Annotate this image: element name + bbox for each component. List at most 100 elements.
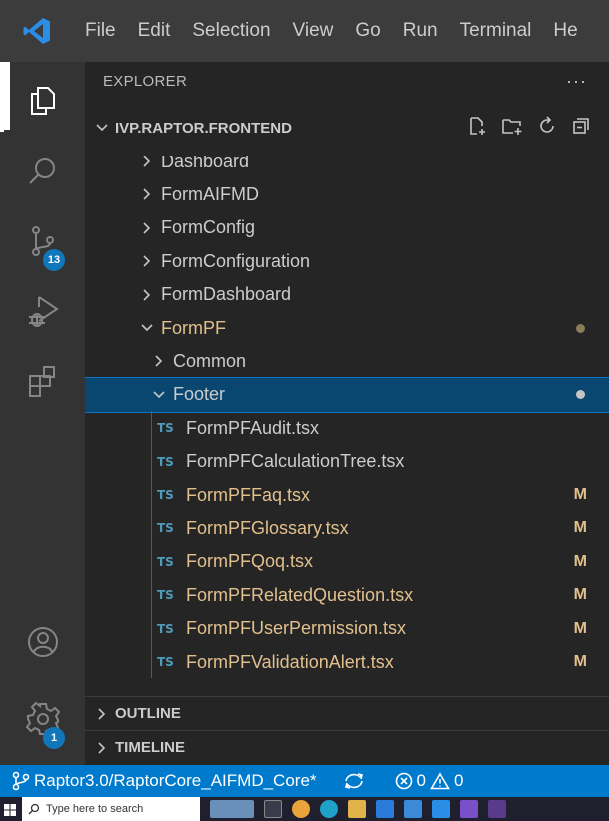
outline-section-header[interactable]: OUTLINE [85, 696, 609, 730]
tree-item-label: FormPFAudit.tsx [186, 417, 320, 438]
tree-item-label: FormDashboard [161, 284, 292, 305]
menu-terminal[interactable]: Terminal [449, 0, 543, 62]
tree-item-label: FormPFGlossary.tsx [186, 517, 349, 538]
timeline-section-header[interactable]: TIMELINE [85, 730, 609, 764]
file-explorer-icon[interactable] [348, 800, 366, 818]
mail-icon[interactable] [404, 800, 422, 818]
folder-item-formaifmd[interactable]: FormAIFMD [85, 177, 609, 211]
accounts-icon[interactable] [0, 607, 85, 677]
typescript-file-icon: TS [157, 454, 174, 469]
chevron-down-icon [137, 321, 157, 335]
menu-bar: File Edit Selection View Go Run Terminal He [74, 0, 589, 62]
run-debug-icon[interactable] [0, 276, 85, 346]
tree-item-label: FormConfiguration [161, 250, 311, 271]
explorer-icon[interactable] [0, 66, 85, 136]
folder-item-formconfiguration[interactable]: FormConfiguration [85, 244, 609, 278]
file-item-formpfvalidationalert-tsx[interactable]: TS FormPFValidationAlert.tsx M [85, 645, 609, 679]
project-section-header[interactable]: IVP.RAPTOR.FRONTEND [85, 111, 609, 145]
source-control-badge: 13 [43, 249, 65, 271]
branch-icon [12, 771, 30, 791]
branch-status[interactable]: Raptor3.0/RaptorCore_AIFMD_Core* [12, 771, 317, 791]
window-edge [0, 62, 10, 130]
visual-studio-icon[interactable] [460, 800, 478, 818]
typescript-file-icon: TS [157, 588, 174, 603]
task-view-icon[interactable] [264, 800, 282, 818]
manage-badge: 1 [43, 727, 65, 749]
warning-icon [430, 772, 450, 790]
menu-go[interactable]: Go [344, 0, 391, 62]
folder-item-formconfig[interactable]: FormConfig [85, 211, 609, 245]
app-icon[interactable] [488, 800, 506, 818]
modified-badge: M [573, 586, 587, 604]
search-icon [28, 803, 40, 815]
sync-icon[interactable] [343, 771, 365, 791]
tree-item-label: FormPFRelatedQuestion.tsx [186, 584, 414, 605]
tree-item-label: FormPFQoq.tsx [186, 551, 314, 572]
indent-guide [151, 411, 152, 679]
file-item-formpfcalculationtree-tsx[interactable]: TS FormPFCalculationTree.tsx [85, 445, 609, 479]
file-item-formpfglossary-tsx[interactable]: TS FormPFGlossary.tsx M [85, 511, 609, 545]
activity-bar: 13 1 [0, 62, 85, 765]
chevron-right-icon [137, 187, 157, 201]
warning-count: 0 [453, 771, 464, 790]
typescript-file-icon: TS [157, 488, 174, 502]
file-item-formpfaudit-tsx[interactable]: TS FormPFAudit.tsx [85, 411, 609, 445]
modified-dot-icon [576, 390, 585, 400]
menu-he[interactable]: He [542, 0, 588, 62]
chevron-right-icon [137, 288, 157, 302]
typescript-file-icon: TS [157, 421, 174, 436]
folder-item-footer[interactable]: Footer [85, 376, 609, 413]
typescript-file-icon: TS [157, 655, 174, 669]
extensions-icon[interactable] [0, 346, 85, 416]
problems-status[interactable]: 0 0 [395, 771, 464, 791]
new-folder-icon[interactable] [501, 116, 523, 140]
refresh-icon[interactable] [537, 116, 557, 140]
file-item-formpfqoq-tsx[interactable]: TS FormPFQoq.tsx M [85, 545, 609, 579]
menu-edit[interactable]: Edit [127, 0, 182, 62]
source-control-icon[interactable]: 13 [0, 206, 85, 276]
gear-icon[interactable]: 1 [0, 684, 85, 754]
new-file-icon[interactable] [467, 116, 487, 140]
tree-item-label: FormConfig [161, 217, 256, 238]
explorer-title: EXPLORER [103, 72, 188, 90]
menu-selection[interactable]: Selection [181, 0, 281, 62]
modified-badge: M [573, 619, 587, 637]
tree-item-label: FormPFValidationAlert.tsx [186, 651, 394, 672]
file-item-formpffaq-tsx[interactable]: TS FormPFFaq.tsx M [85, 478, 609, 512]
typescript-file-icon: TS [157, 554, 174, 569]
folder-item-dashboard[interactable]: Dashboard [85, 156, 609, 178]
store-icon[interactable] [376, 800, 394, 818]
collapse-all-icon[interactable] [571, 116, 591, 140]
tree-item-label: FormPFUserPermission.tsx [186, 618, 407, 639]
chevron-right-icon [137, 221, 157, 235]
vscode-taskbar-icon[interactable] [432, 800, 450, 818]
news-widget-icon[interactable] [210, 800, 254, 818]
tree-item-label: FormPF [161, 317, 226, 338]
folder-item-common[interactable]: Common [85, 344, 609, 378]
outline-title: OUTLINE [115, 705, 181, 722]
chrome-icon[interactable] [292, 800, 310, 818]
taskbar-search-input[interactable]: Type here to search [22, 797, 200, 821]
chevron-down-icon [149, 388, 169, 402]
folder-item-formpf[interactable]: FormPF [85, 311, 609, 345]
more-actions-icon[interactable]: ··· [566, 71, 587, 92]
file-item-formpfuserpermission-tsx[interactable]: TS FormPFUserPermission.tsx M [85, 612, 609, 646]
typescript-file-icon: TS [157, 621, 174, 636]
chevron-right-icon [149, 354, 169, 368]
explorer-header: EXPLORER ··· [85, 62, 609, 100]
chevron-right-icon [137, 156, 157, 168]
taskbar-search-placeholder: Type here to search [46, 803, 144, 815]
windows-start-icon[interactable] [4, 803, 16, 816]
status-bar: Raptor3.0/RaptorCore_AIFMD_Core* 0 0 [0, 765, 609, 797]
folder-item-formdashboard[interactable]: FormDashboard [85, 278, 609, 312]
menu-run[interactable]: Run [392, 0, 449, 62]
menu-file[interactable]: File [74, 0, 127, 62]
file-item-formpfrelatedquestion-tsx[interactable]: TS FormPFRelatedQuestion.tsx M [85, 578, 609, 612]
menu-view[interactable]: View [282, 0, 345, 62]
project-title: IVP.RAPTOR.FRONTEND [115, 119, 292, 137]
chevron-right-icon [137, 254, 157, 268]
modified-dot-icon [576, 323, 585, 333]
tree-item-label: Common [173, 350, 247, 371]
search-icon[interactable] [0, 136, 85, 206]
edge-icon[interactable] [320, 800, 338, 818]
